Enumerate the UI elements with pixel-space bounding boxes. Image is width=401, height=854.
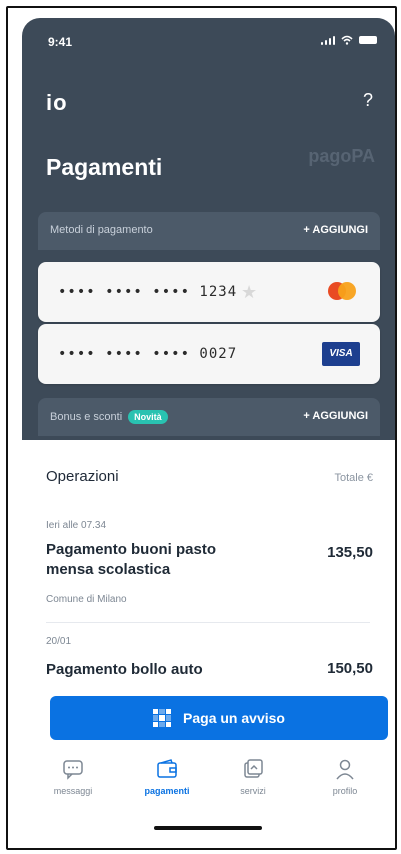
operation-amount: 150,50 <box>327 660 373 677</box>
operation-title[interactable]: Pagamento buoni pasto mensa scolastica <box>46 540 256 580</box>
phone-screen: 9:41 io ? Pagamenti pagoPA Metodi di pag… <box>22 18 395 844</box>
operations-heading: Operazioni <box>46 468 119 485</box>
header-area: 9:41 io ? Pagamenti pagoPA Metodi di pag… <box>22 18 395 458</box>
screenshot-frame: 9:41 io ? Pagamenti pagoPA Metodi di pag… <box>6 6 397 850</box>
operations-panel: Operazioni Totale € Ieri alle 07.34 Paga… <box>22 440 395 700</box>
wallet-icon <box>156 758 178 780</box>
new-badge: Novità <box>128 410 168 424</box>
operation-subtitle: Comune di Milano <box>46 594 127 605</box>
visa-icon: VISA <box>322 342 360 366</box>
tab-pagamenti[interactable]: pagamenti <box>132 758 202 796</box>
card-number: •••• •••• •••• 0027 <box>58 346 238 362</box>
io-logo: io <box>46 90 68 115</box>
bottom-tab-bar: messaggi pagamenti servizi profilo <box>22 758 395 818</box>
help-icon[interactable]: ? <box>363 90 373 111</box>
operation-title[interactable]: Pagamento bollo auto <box>46 660 256 680</box>
card-number: •••• •••• •••• 1234 <box>58 284 238 300</box>
pagopa-logo: pagoPA <box>308 146 375 166</box>
operation-date: Ieri alle 07.34 <box>46 520 107 531</box>
pay-notice-button[interactable]: Paga un avviso <box>50 696 388 740</box>
services-icon <box>242 758 264 780</box>
payment-card-mastercard[interactable]: •••• •••• •••• 1234 ★ <box>38 262 380 322</box>
tab-messaggi[interactable]: messaggi <box>38 758 108 796</box>
add-payment-method-button[interactable]: + AGGIUNGI <box>303 224 368 236</box>
signal-icon <box>321 35 335 45</box>
tab-label: servizi <box>240 786 266 796</box>
status-icons <box>321 35 377 45</box>
bonus-text: Bonus e sconti <box>50 411 123 423</box>
tab-servizi[interactable]: servizi <box>218 758 288 796</box>
wifi-icon <box>341 35 353 45</box>
tab-label: pagamenti <box>144 786 190 796</box>
qr-code-icon <box>153 709 172 727</box>
favorite-star-icon[interactable]: ★ <box>241 282 257 303</box>
operations-total-label: Totale € <box>334 472 373 484</box>
payment-methods-label: Metodi di pagamento <box>50 224 153 236</box>
tab-label: profilo <box>332 786 358 796</box>
mastercard-icon <box>322 280 362 306</box>
add-bonus-button[interactable]: + AGGIUNGI <box>303 410 368 422</box>
status-bar: 9:41 <box>22 18 395 58</box>
page-title: Pagamenti <box>46 154 163 180</box>
battery-icon <box>359 36 377 44</box>
divider <box>46 622 370 623</box>
bonus-header: Bonus e sconti Novità + AGGIUNGI <box>38 398 380 436</box>
pay-notice-label: Paga un avviso <box>183 710 285 726</box>
tab-profilo[interactable]: profilo <box>310 758 380 796</box>
profile-icon <box>334 758 356 780</box>
operation-amount: 135,50 <box>327 544 373 561</box>
payment-methods-header: Metodi di pagamento + AGGIUNGI <box>38 212 380 250</box>
operation-date: 20/01 <box>46 636 72 647</box>
message-icon <box>62 758 84 780</box>
tab-label: messaggi <box>53 786 93 796</box>
status-time: 9:41 <box>48 35 73 49</box>
payment-card-visa[interactable]: •••• •••• •••• 0027 VISA <box>38 324 380 384</box>
bonus-label: Bonus e sconti Novità <box>50 410 168 424</box>
home-indicator <box>154 826 262 830</box>
